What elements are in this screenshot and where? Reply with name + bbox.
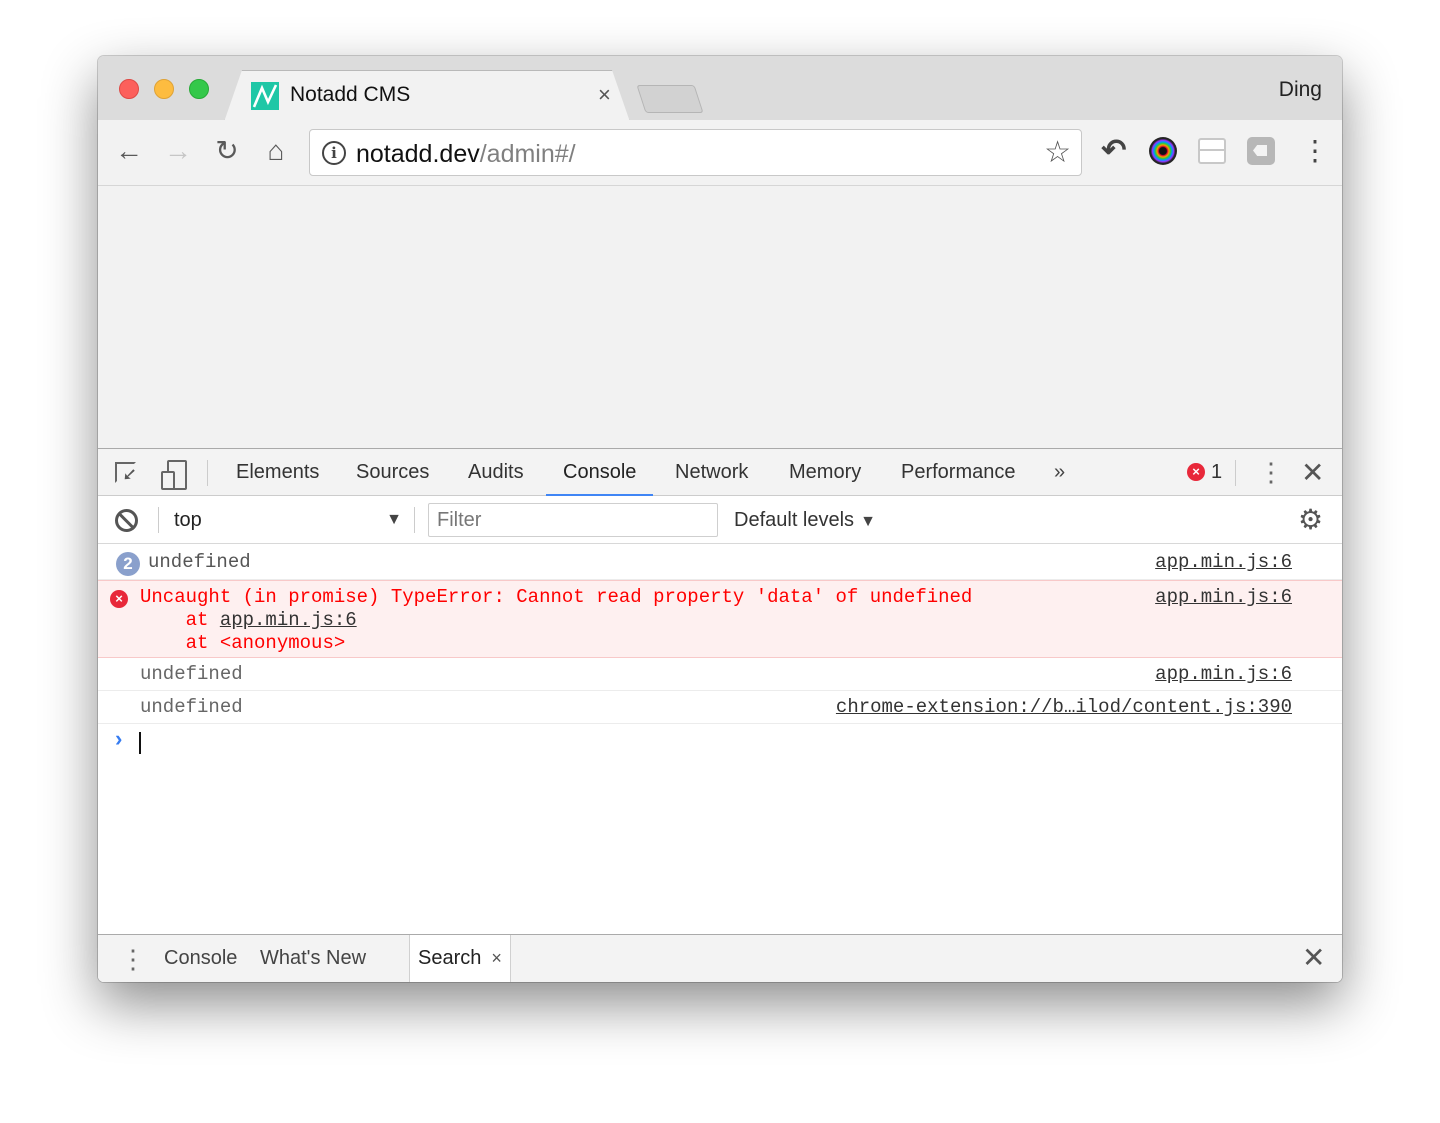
minimize-window-button[interactable]	[154, 79, 174, 99]
console-error-message: × Uncaught (in promise) TypeError: Canno…	[98, 580, 1342, 658]
address-bar[interactable]: i notadd.dev/admin#/ ☆	[309, 129, 1082, 176]
message-text: undefined	[140, 663, 243, 685]
divider	[158, 507, 159, 533]
error-icon: ×	[110, 590, 128, 608]
message-text: undefined	[148, 551, 251, 573]
divider	[207, 460, 208, 486]
context-value: top	[174, 509, 202, 531]
devtools-tab-bar: Elements Sources Audits Console Network …	[98, 449, 1342, 497]
source-link[interactable]: app.min.js:6	[1155, 663, 1292, 685]
url-path: /admin#/	[479, 140, 576, 168]
console-prompt[interactable]: ›	[98, 724, 1342, 760]
forward-icon[interactable]: →	[161, 134, 195, 168]
bookmark-star-icon[interactable]: ☆	[1044, 136, 1071, 170]
browser-menu-icon[interactable]: ⋮	[1301, 135, 1329, 167]
devtools-panel: Elements Sources Audits Console Network …	[98, 448, 1342, 982]
prompt-chevron-icon: ›	[112, 728, 126, 753]
devtools-menu-icon[interactable]: ⋮	[1258, 457, 1284, 487]
notadd-favicon-icon	[251, 82, 279, 110]
message-text: undefined	[140, 696, 243, 718]
error-text: Uncaught (in promise) TypeError: Cannot …	[140, 586, 972, 655]
stack-frame: <anonymous>	[219, 632, 346, 654]
drawer-tab-whats-new[interactable]: What's New	[260, 935, 366, 982]
repeat-count-badge: 2	[116, 552, 140, 576]
divider	[1235, 460, 1236, 486]
browser-window: Notadd CMS × Ding ← → ↻ ⌂ i notadd.dev/a…	[98, 56, 1342, 982]
tag-extension-icon[interactable]	[1247, 137, 1275, 165]
dropdown-arrow-icon: ▼	[386, 511, 402, 528]
reload-icon[interactable]: ↻	[210, 134, 244, 168]
drawer-close-icon[interactable]: ✕	[1302, 943, 1325, 973]
tab-elements[interactable]: Elements	[236, 449, 319, 496]
back-icon[interactable]: ←	[112, 134, 146, 168]
source-link[interactable]: chrome-extension://b…ilod/content.js:390	[836, 696, 1292, 718]
tab-network[interactable]: Network	[675, 449, 748, 496]
context-selector[interactable]: top ▼	[174, 496, 402, 544]
devtools-close-icon[interactable]: ✕	[1301, 458, 1324, 488]
drawer-menu-icon[interactable]: ⋮	[120, 944, 146, 974]
url-host: notadd.dev	[356, 140, 480, 168]
drawer-tab-console[interactable]: Console	[164, 935, 237, 982]
tab-audits[interactable]: Audits	[468, 449, 524, 496]
browser-toolbar: ← → ↻ ⌂ i notadd.dev/admin#/ ☆ ↶ ⋮	[98, 120, 1342, 186]
error-count[interactable]: 1	[1211, 461, 1222, 484]
devtools-drawer: ⋮ Console What's New Search × ✕	[98, 934, 1342, 982]
dropdown-arrow-icon: ▼	[860, 513, 876, 530]
source-link[interactable]: app.min.js:6	[1155, 551, 1292, 573]
stack-frame-link[interactable]: app.min.js:6	[220, 609, 357, 631]
zoom-window-button[interactable]	[189, 79, 209, 99]
drawer-tab-search[interactable]: Search ×	[409, 935, 511, 982]
console-settings-gear-icon[interactable]: ⚙	[1298, 506, 1323, 534]
error-count-icon[interactable]: ×	[1187, 463, 1205, 481]
stack-prefix: at	[140, 609, 220, 631]
tab-memory[interactable]: Memory	[789, 449, 861, 496]
inspect-element-icon[interactable]	[113, 459, 141, 487]
url-text[interactable]: notadd.dev/admin#/	[356, 140, 576, 169]
home-icon[interactable]: ⌂	[259, 134, 293, 168]
more-tabs-icon[interactable]: »	[1054, 449, 1065, 496]
tab-sources[interactable]: Sources	[356, 449, 429, 496]
source-link[interactable]: app.min.js:6	[1155, 586, 1292, 608]
undo-extension-icon[interactable]: ↶	[1098, 135, 1130, 167]
color-lens-extension-icon[interactable]	[1149, 137, 1177, 165]
layout-extension-icon[interactable]	[1198, 138, 1226, 164]
new-tab-button[interactable]	[636, 85, 704, 113]
drawer-tab-close-icon[interactable]: ×	[491, 948, 502, 968]
log-levels-dropdown[interactable]: Default levels ▼	[734, 496, 876, 544]
console-message: 2 undefined app.min.js:6	[98, 545, 1342, 580]
tab-close-icon[interactable]: ×	[598, 82, 611, 108]
console-messages: 2 undefined app.min.js:6 × Uncaught (in …	[98, 545, 1342, 760]
stack-prefix: at	[140, 632, 220, 654]
divider	[414, 507, 415, 533]
profile-name[interactable]: Ding	[1279, 78, 1322, 102]
clear-console-icon[interactable]	[115, 509, 138, 532]
info-icon[interactable]: i	[322, 141, 346, 165]
console-message: undefined app.min.js:6	[98, 658, 1342, 691]
tab-performance[interactable]: Performance	[901, 449, 1016, 496]
levels-label: Default levels	[734, 509, 855, 531]
text-caret	[139, 732, 141, 754]
tab-title: Notadd CMS	[290, 83, 411, 106]
error-message: Uncaught (in promise) TypeError: Cannot …	[140, 586, 973, 608]
tab-strip: Notadd CMS × Ding	[98, 56, 1342, 120]
console-message: undefined chrome-extension://b…ilod/cont…	[98, 691, 1342, 724]
close-window-button[interactable]	[119, 79, 139, 99]
console-toolbar: top ▼ Default levels ▼ ⚙	[98, 496, 1342, 544]
filter-input[interactable]	[428, 503, 718, 537]
tab-console[interactable]: Console	[545, 449, 654, 497]
page-content	[98, 186, 1342, 448]
device-toolbar-icon[interactable]	[160, 459, 188, 490]
drawer-tab-label: Search	[418, 947, 482, 969]
tab-notadd-cms[interactable]	[225, 71, 629, 123]
